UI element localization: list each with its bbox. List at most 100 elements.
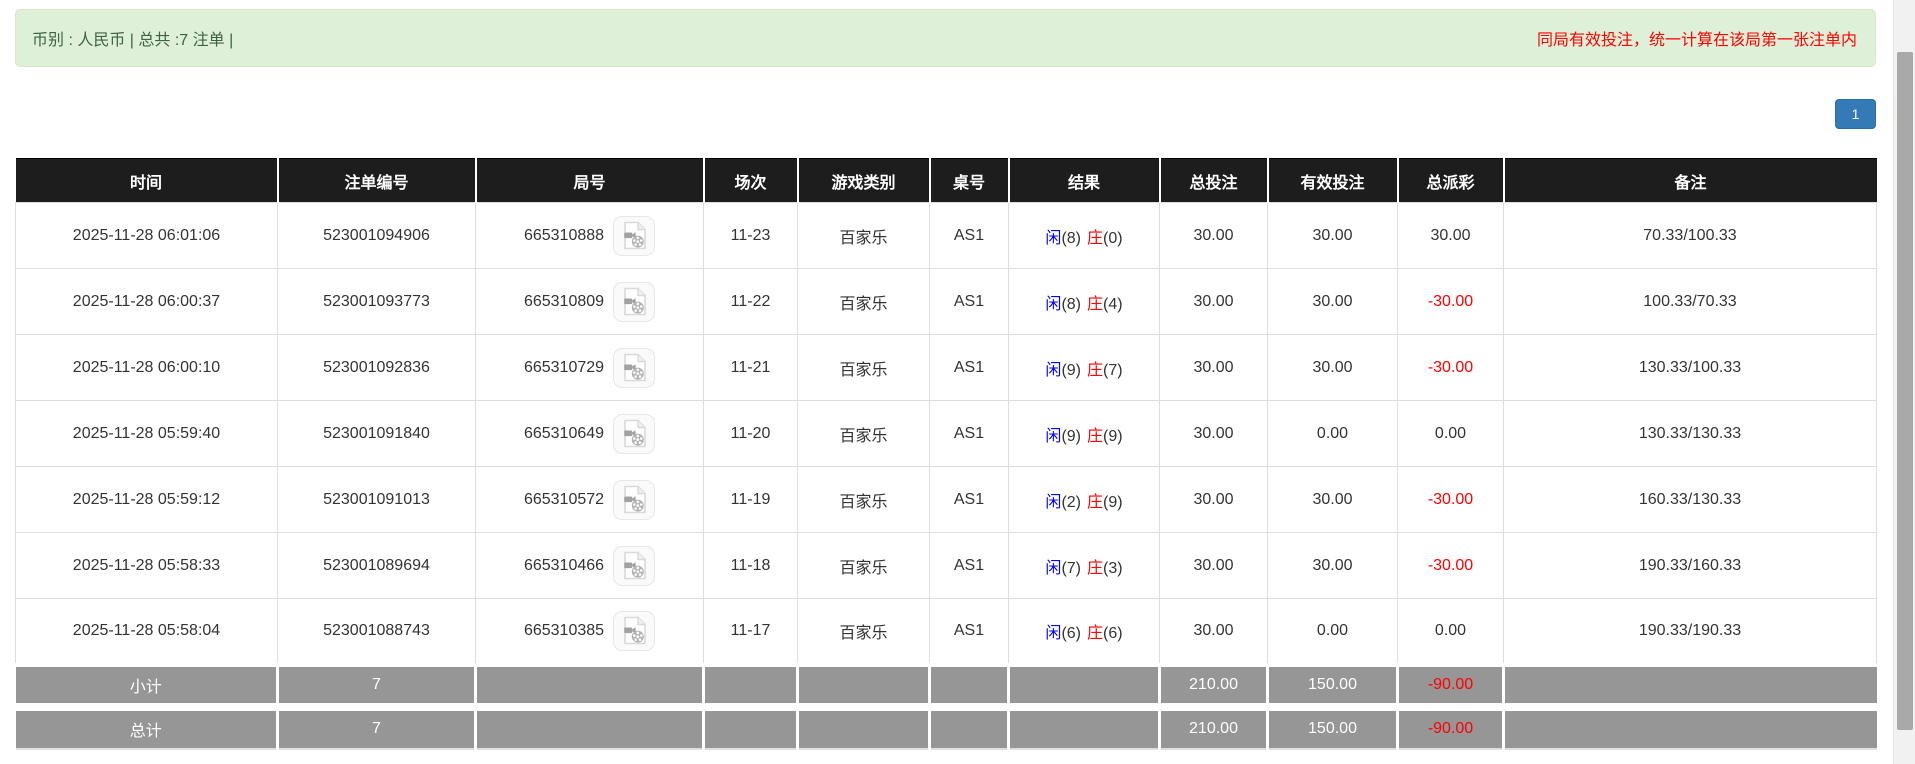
table-body: 2025-11-28 06:01:06 523001094906 6653108…: [16, 203, 1877, 665]
cell-total-bet[interactable]: 30.00: [1160, 269, 1268, 335]
result-banker-label: 庄: [1087, 428, 1103, 445]
result-player-score: (9): [1061, 362, 1081, 379]
cell-payout: -30.00: [1398, 467, 1504, 533]
cell-remark: 130.33/100.33: [1504, 335, 1877, 401]
result-player-label: 闲: [1045, 428, 1061, 445]
col-header-result: 结果: [1009, 159, 1160, 203]
cell-time: 2025-11-28 05:59:12: [16, 467, 278, 533]
table-row: 2025-11-28 05:58:04 523001088743 6653103…: [16, 599, 1877, 665]
cell-session: 11-18: [704, 533, 798, 599]
cell-total-bet[interactable]: 30.00: [1160, 203, 1268, 269]
cell-valid-bet: 0.00: [1268, 401, 1398, 467]
round-id-text: 665310572: [524, 491, 604, 509]
cell-result: 闲(8)庄(0): [1009, 203, 1160, 269]
total-row: 总计 7 210.00 150.00 -90.00: [16, 707, 1877, 749]
cell-bet-id: 523001089694: [278, 533, 476, 599]
video-record-icon: [621, 419, 648, 448]
table-summary: 小计 7 210.00 150.00 -90.00 总计 7: [16, 665, 1877, 749]
vertical-scrollbar-thumb[interactable]: [1897, 52, 1913, 730]
result-banker-label: 庄: [1087, 494, 1103, 511]
cell-bet-id: 523001091840: [278, 401, 476, 467]
cell-round-id: 665310729: [476, 335, 704, 401]
result-player-score: (2): [1061, 494, 1081, 511]
valid-bet-note-text: 同局有效投注，统一计算在该局第一张注单内: [1537, 26, 1857, 50]
cell-game-type: 百家乐: [798, 467, 930, 533]
col-header-time: 时间: [16, 159, 278, 203]
cell-session: 11-23: [704, 203, 798, 269]
cell-total-bet[interactable]: 30.00: [1160, 401, 1268, 467]
table-row: 2025-11-28 06:01:06 523001094906 6653108…: [16, 203, 1877, 269]
video-record-icon: [621, 353, 648, 382]
cell-time: 2025-11-28 06:00:10: [16, 335, 278, 401]
round-id-text: 665310649: [524, 425, 604, 443]
cell-total-bet[interactable]: 30.00: [1160, 599, 1268, 665]
cell-time: 2025-11-28 05:58:04: [16, 599, 278, 665]
page-1-button[interactable]: 1: [1835, 99, 1876, 129]
result-player-label: 闲: [1045, 296, 1061, 313]
cell-total-bet[interactable]: 30.00: [1160, 467, 1268, 533]
cell-game-type: 百家乐: [798, 401, 930, 467]
cell-valid-bet: 30.00: [1268, 335, 1398, 401]
result-banker-label: 庄: [1087, 560, 1103, 577]
result-banker-score: (7): [1103, 362, 1123, 379]
video-playback-button[interactable]: [613, 216, 655, 256]
cell-round-id: 665310466: [476, 533, 704, 599]
cell-table-no: AS1: [930, 599, 1009, 665]
cell-bet-id: 523001093773: [278, 269, 476, 335]
vertical-scrollbar-track[interactable]: [1893, 0, 1915, 764]
cell-time: 2025-11-28 05:58:33: [16, 533, 278, 599]
col-header-valid-bet: 有效投注: [1268, 159, 1398, 203]
cell-time: 2025-11-28 06:00:37: [16, 269, 278, 335]
col-header-remark: 备注: [1504, 159, 1877, 203]
video-playback-button[interactable]: [613, 414, 655, 454]
result-banker-score: (9): [1103, 494, 1123, 511]
cell-result: 闲(8)庄(4): [1009, 269, 1160, 335]
cell-game-type: 百家乐: [798, 533, 930, 599]
cell-result: 闲(2)庄(9): [1009, 467, 1160, 533]
subtotal-total-bet: 210.00: [1160, 665, 1268, 707]
subtotal-count: 7: [278, 665, 476, 707]
table-row: 2025-11-28 05:59:12 523001091013 6653105…: [16, 467, 1877, 533]
video-playback-button[interactable]: [613, 348, 655, 388]
result-player-label: 闲: [1045, 625, 1061, 642]
result-banker-label: 庄: [1087, 230, 1103, 247]
cell-game-type: 百家乐: [798, 203, 930, 269]
cell-session: 11-19: [704, 467, 798, 533]
video-playback-button[interactable]: [613, 282, 655, 322]
subtotal-valid-bet: 150.00: [1268, 665, 1398, 707]
cell-round-id: 665310809: [476, 269, 704, 335]
col-header-session: 场次: [704, 159, 798, 203]
cell-round-id: 665310888: [476, 203, 704, 269]
result-banker-score: (0): [1103, 230, 1123, 247]
cell-game-type: 百家乐: [798, 599, 930, 665]
cell-session: 11-22: [704, 269, 798, 335]
result-player-score: (7): [1061, 560, 1081, 577]
result-banker-score: (4): [1103, 296, 1123, 313]
bet-records-table: 时间 注单编号 局号 场次 游戏类别 桌号 结果 总投注 有效投注 总派彩 备注…: [15, 158, 1877, 750]
cell-bet-id: 523001088743: [278, 599, 476, 665]
video-playback-button[interactable]: [613, 611, 655, 651]
subtotal-remark: [1504, 665, 1877, 707]
cell-time: 2025-11-28 06:01:06: [16, 203, 278, 269]
cell-total-bet[interactable]: 30.00: [1160, 335, 1268, 401]
col-header-total-bet: 总投注: [1160, 159, 1268, 203]
result-player-score: (6): [1061, 625, 1081, 642]
subtotal-payout: -90.00: [1398, 665, 1504, 707]
cell-bet-id: 523001094906: [278, 203, 476, 269]
currency-summary-text: 币别 : 人民币 | 总共 :7 注单 |: [32, 26, 233, 50]
round-id-text: 665310385: [524, 622, 604, 640]
pagination: 1: [15, 99, 1876, 129]
cell-remark: 130.33/130.33: [1504, 401, 1877, 467]
col-header-game-type: 游戏类别: [798, 159, 930, 203]
cell-total-bet[interactable]: 30.00: [1160, 533, 1268, 599]
video-playback-button[interactable]: [613, 546, 655, 586]
cell-remark: 70.33/100.33: [1504, 203, 1877, 269]
video-playback-button[interactable]: [613, 480, 655, 520]
cell-payout: 0.00: [1398, 599, 1504, 665]
cell-time: 2025-11-28 05:59:40: [16, 401, 278, 467]
total-total-bet: 210.00: [1160, 707, 1268, 749]
cell-result: 闲(9)庄(9): [1009, 401, 1160, 467]
round-id-text: 665310888: [524, 227, 604, 245]
summary-banner: 币别 : 人民币 | 总共 :7 注单 | 同局有效投注，统一计算在该局第一张注…: [15, 9, 1876, 67]
cell-valid-bet: 30.00: [1268, 203, 1398, 269]
